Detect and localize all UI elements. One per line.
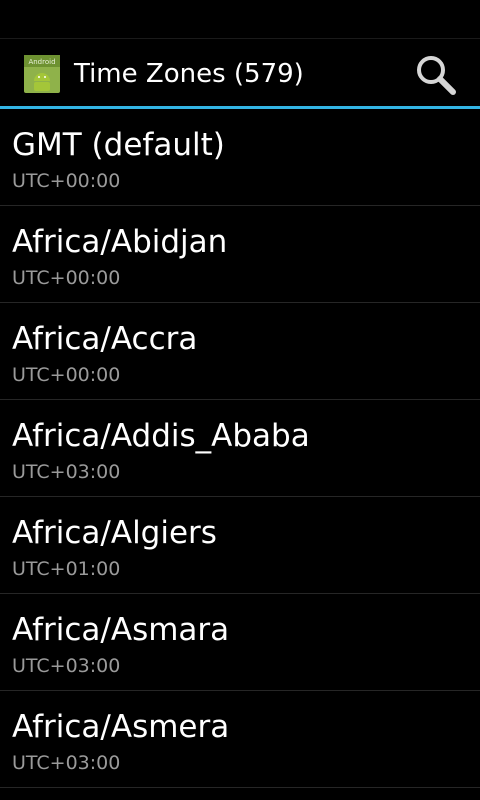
list-item[interactable]: Africa/Accra UTC+00:00 bbox=[0, 303, 480, 400]
search-icon bbox=[417, 56, 456, 95]
timezone-offset: UTC+00:00 bbox=[12, 170, 121, 192]
timezone-offset: UTC+03:00 bbox=[12, 752, 121, 774]
app-icon-text: Android bbox=[28, 58, 55, 66]
timezone-name: Africa/Asmara bbox=[12, 612, 230, 648]
timezone-offset: UTC+01:00 bbox=[12, 558, 121, 580]
timezone-name: Africa/Asmera bbox=[12, 709, 230, 745]
timezone-name: Africa/Accra bbox=[12, 321, 198, 357]
android-app-icon[interactable]: Android bbox=[24, 55, 60, 93]
timezone-name: GMT (default) bbox=[12, 127, 225, 163]
timezone-name: Africa/Algiers bbox=[12, 515, 217, 551]
status-bar bbox=[0, 0, 480, 39]
timezone-name: Africa/Abidjan bbox=[12, 224, 228, 260]
list-item[interactable]: Africa/Addis_Ababa UTC+03:00 bbox=[0, 400, 480, 497]
search-button[interactable] bbox=[410, 50, 462, 100]
timezone-list[interactable]: GMT (default) UTC+00:00 Africa/Abidjan U… bbox=[0, 109, 480, 788]
timezone-offset: UTC+00:00 bbox=[12, 267, 121, 289]
list-item[interactable]: Africa/Algiers UTC+01:00 bbox=[0, 497, 480, 594]
timezone-offset: UTC+03:00 bbox=[12, 461, 121, 483]
list-item[interactable]: Africa/Abidjan UTC+00:00 bbox=[0, 206, 480, 303]
timezone-name: Africa/Addis_Ababa bbox=[12, 418, 310, 454]
timezone-offset: UTC+00:00 bbox=[12, 364, 121, 386]
list-item[interactable]: GMT (default) UTC+00:00 bbox=[0, 109, 480, 206]
page-title: Time Zones (579) bbox=[74, 59, 304, 89]
list-item[interactable]: Africa/Asmera UTC+03:00 bbox=[0, 691, 480, 788]
list-item[interactable]: Africa/Asmara UTC+03:00 bbox=[0, 594, 480, 691]
timezone-offset: UTC+03:00 bbox=[12, 655, 121, 677]
